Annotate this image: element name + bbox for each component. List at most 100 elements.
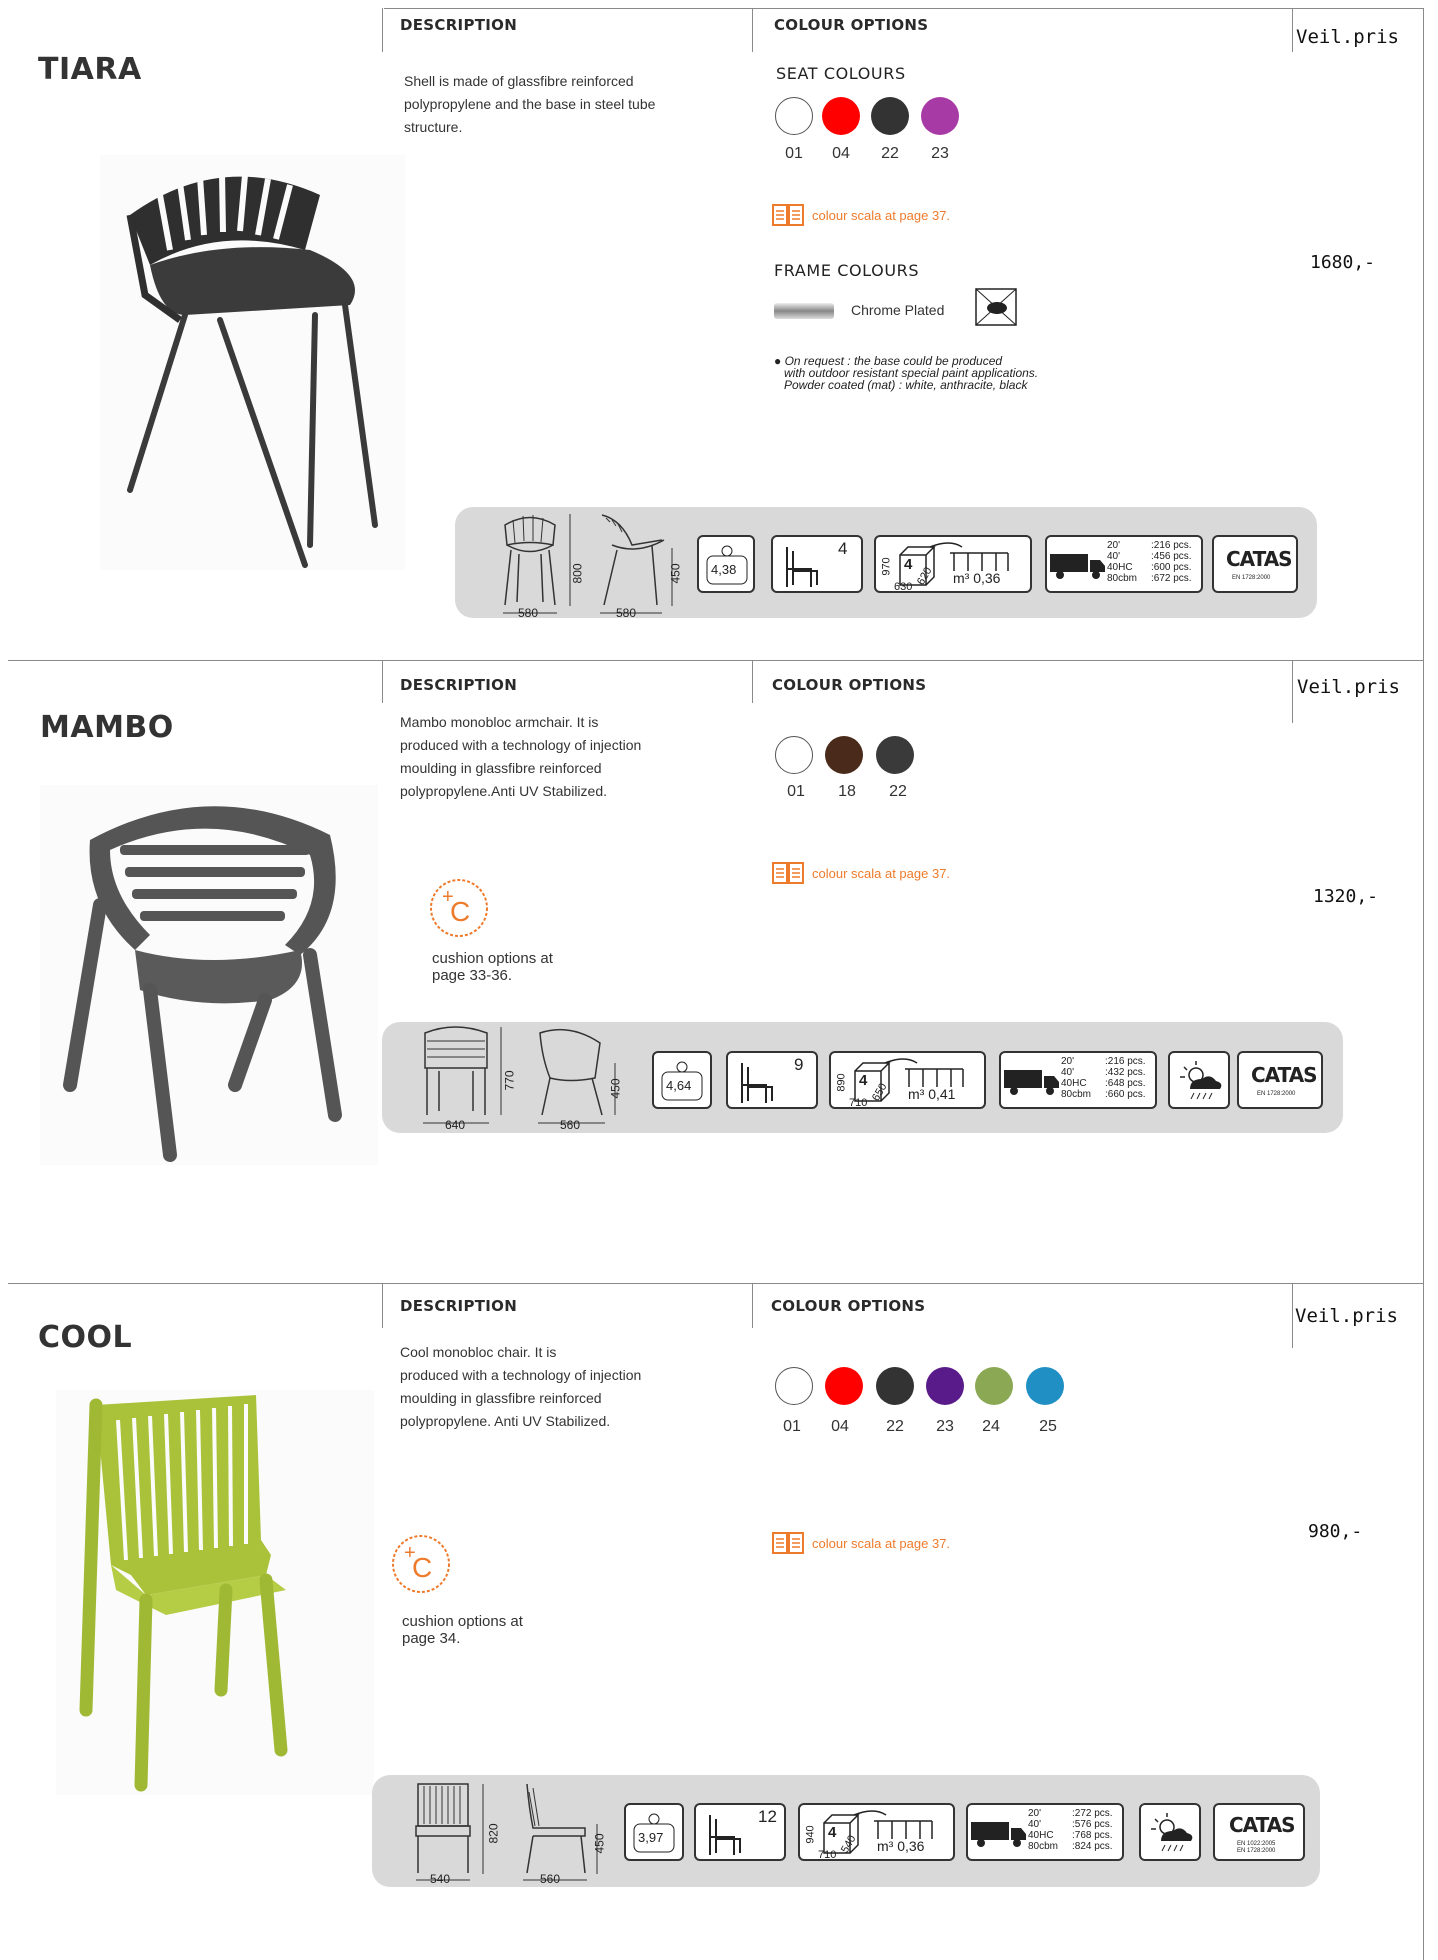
stack-box: 4 xyxy=(771,535,863,593)
frame-colours-heading: FRAME COLOURS xyxy=(774,261,920,280)
stack-count: 12 xyxy=(758,1807,777,1826)
colour-swatch-18 xyxy=(825,736,863,774)
cushion-icon: +C xyxy=(392,1535,450,1593)
column-divider xyxy=(382,8,383,52)
chrome-swatch xyxy=(774,303,834,319)
description-line: polypropylene. Anti UV Stabilized. xyxy=(400,1413,611,1429)
column-divider xyxy=(1292,1284,1293,1348)
product-title: MAMBO xyxy=(40,710,174,745)
dim-width: 640 xyxy=(445,1118,466,1132)
colour-scala-link[interactable]: colour scala at page 37. xyxy=(772,1532,950,1554)
colour-swatch-22 xyxy=(876,1367,914,1405)
cushion-line: cushion options at xyxy=(402,1613,523,1630)
description-heading: DESCRIPTION xyxy=(400,1297,518,1315)
ship-label: 20' xyxy=(1028,1808,1042,1819)
ship-container-labels: 20' 40' 40HC 80cbm xyxy=(1028,1808,1058,1852)
dim-height: 770 xyxy=(502,1070,517,1091)
swatch-code: 18 xyxy=(838,783,856,800)
description-heading: DESCRIPTION xyxy=(400,16,518,34)
catas-logo: CATAS xyxy=(1229,1813,1296,1837)
cert-standard: EN 1728:2000 xyxy=(1257,1091,1296,1097)
colour-options-heading: COLOUR OPTIONS xyxy=(771,1297,926,1315)
book-icon xyxy=(772,862,804,884)
outdoor-box xyxy=(1139,1803,1201,1861)
product-description: Cool monobloc chair. It is produced with… xyxy=(400,1341,641,1433)
ship-container-values: :216 pcs.:456 pcs.:600 pcs.:672 pcs. xyxy=(1151,540,1192,584)
tiara-chair-photo xyxy=(100,155,405,570)
description-line: moulding in glassfibre reinforced xyxy=(400,760,602,776)
column-divider xyxy=(752,8,753,52)
ship-value: :216 pcs. xyxy=(1151,540,1192,551)
column-divider xyxy=(382,1284,383,1328)
swatch-code: 23 xyxy=(931,145,949,162)
ship-label: 40HC xyxy=(1061,1078,1087,1089)
product-price: 980,- xyxy=(1308,1521,1363,1542)
ship-value: :216 pcs. xyxy=(1105,1056,1146,1067)
ship-label: 40HC xyxy=(1028,1830,1054,1841)
column-divider xyxy=(382,661,383,703)
ship-label: 40' xyxy=(1028,1819,1042,1830)
colour-scala-link[interactable]: colour scala at page 37. xyxy=(772,862,950,884)
truck-icon xyxy=(1004,1070,1059,1095)
stack-box: 12 xyxy=(694,1803,786,1861)
column-divider xyxy=(1292,661,1293,723)
box-volume: m³ 0,36 xyxy=(953,570,1001,586)
ship-value: :576 pcs. xyxy=(1072,1819,1113,1830)
swatch-code: 23 xyxy=(936,1418,954,1435)
ship-value: :272 pcs. xyxy=(1072,1808,1113,1819)
ship-label: 20' xyxy=(1061,1056,1075,1067)
colour-swatch-01 xyxy=(775,1367,813,1405)
dim-seat-height: 450 xyxy=(668,563,683,584)
shipping-box: 20' 40' 40HC 80cbm :216 pcs.:432 pcs.:648 p… xyxy=(999,1051,1157,1109)
description-line: produced with a technology of injection xyxy=(400,1367,642,1383)
cushion-line: cushion options at xyxy=(432,950,553,967)
request-note: ● On request : the base could be produce… xyxy=(774,355,1038,391)
stacking-icon xyxy=(786,547,818,587)
colour-swatch-22 xyxy=(876,736,914,774)
weather-icon xyxy=(1151,1813,1193,1852)
swatch-code: 22 xyxy=(889,783,907,800)
ship-value: :432 pcs. xyxy=(1105,1067,1146,1078)
colour-scala-text: colour scala at page 37. xyxy=(812,1535,951,1551)
ship-value: :660 pcs. xyxy=(1105,1089,1146,1100)
box-quantity: 4 xyxy=(904,556,913,573)
weight-box: 3,97 xyxy=(624,1803,684,1861)
swatch-code: 24 xyxy=(982,1418,1000,1435)
top-border xyxy=(384,8,1424,9)
shipping-box: 20' 40' 40HC 80cbm :216 pcs.:456 pcs.:600 p… xyxy=(1045,535,1203,593)
product-title: TIARA xyxy=(38,52,142,87)
cushion-line: page 33-36. xyxy=(432,967,513,984)
front-dimension-drawing xyxy=(423,1026,502,1124)
stacking-icon xyxy=(741,1063,773,1103)
book-icon xyxy=(772,1532,804,1554)
weight-box: 4,64 xyxy=(652,1051,712,1109)
price-label: Veil.pris xyxy=(1297,676,1400,698)
colour-swatch-22 xyxy=(871,97,909,135)
dim-seat-height: 450 xyxy=(592,1833,607,1854)
swatch-code: 01 xyxy=(785,145,803,162)
colour-swatch-23 xyxy=(926,1367,964,1405)
packaging-box: 4 970 630 620 m³ 0,36 xyxy=(874,535,1032,593)
dim-depth: 580 xyxy=(616,606,637,620)
truck-icon xyxy=(1050,554,1105,579)
side-dimension-drawing xyxy=(600,514,673,614)
column-divider xyxy=(752,1284,753,1328)
shipping-box: 20' 40' 40HC 80cbm :272 pcs.:576 pcs.:768 p… xyxy=(966,1803,1124,1861)
mambo-chair-photo xyxy=(40,785,378,1165)
colour-scala-link[interactable]: colour scala at page 37. xyxy=(772,204,950,226)
swatch-code: 01 xyxy=(783,1418,801,1435)
dim-width: 540 xyxy=(430,1872,451,1886)
dim-height: 800 xyxy=(570,563,585,584)
swatch-code: 22 xyxy=(881,145,899,162)
cushion-icon: +C xyxy=(430,879,488,937)
ship-label: 80cbm xyxy=(1061,1089,1092,1100)
stack-count: 9 xyxy=(794,1055,804,1074)
colour-options-heading: COLOUR OPTIONS xyxy=(774,16,929,34)
cushion-options-note: cushion options at page 34. xyxy=(402,1613,523,1647)
description-line: produced with a technology of injection xyxy=(400,737,642,753)
truck-icon xyxy=(971,1822,1026,1847)
box-quantity: 4 xyxy=(828,1824,837,1841)
stack-count: 4 xyxy=(838,539,848,558)
cert-standard: EN 1022:2005 EN 1728:2000 xyxy=(1237,1841,1276,1854)
description-line: Mambo monobloc armchair. It is xyxy=(400,714,599,730)
